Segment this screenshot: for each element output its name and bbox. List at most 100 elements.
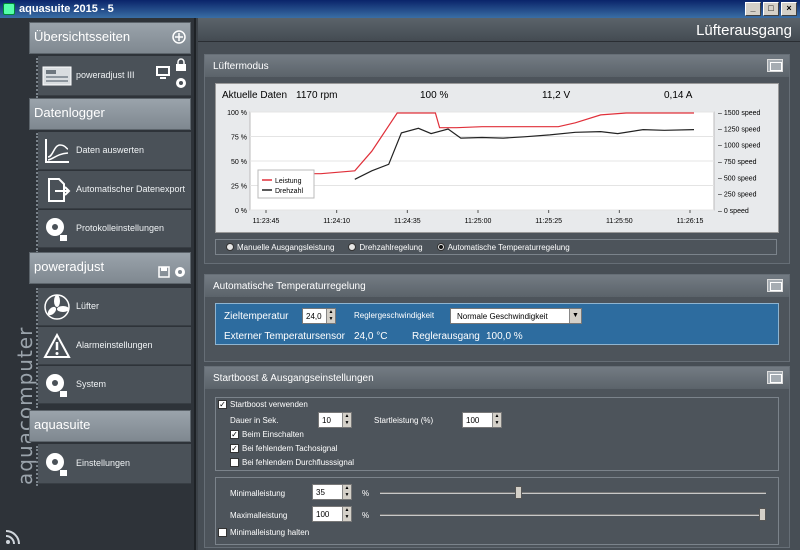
maximize-button[interactable]: □ [763, 2, 779, 16]
sidebar-item-datenexport[interactable]: Automatischer Datenexport [38, 171, 191, 209]
radio-auto-temp[interactable]: Automatische Temperaturregelung [436, 243, 570, 252]
checkbox-label: Bei fehlendem Tachosignal [242, 444, 338, 453]
window-toggle-icon[interactable] [767, 371, 783, 384]
power-limits-box: Minimalleistung 35 ▲ ▼ % Maximalleistung 1… [215, 477, 779, 545]
missing-flow-checkbox[interactable]: Bei fehlendem Durchflusssignal [230, 458, 354, 467]
legend-label: Leistung [275, 178, 302, 185]
slider-thumb[interactable] [515, 486, 522, 499]
start-power-value: 100 [466, 416, 480, 425]
close-button[interactable]: × [781, 2, 797, 16]
screen-icon[interactable] [155, 64, 171, 83]
gear-icon[interactable] [174, 76, 188, 93]
percent-value: 100 % [420, 90, 449, 101]
checkbox[interactable] [230, 458, 239, 467]
slider-thumb[interactable] [759, 508, 766, 521]
hold-min-checkbox[interactable]: Minimalleistung halten [218, 528, 309, 537]
checkbox[interactable] [218, 528, 227, 537]
panel-title: Lüftermodus [213, 61, 269, 72]
start-power-input[interactable]: 100 ▲ ▼ [462, 412, 502, 428]
warning-icon [38, 328, 76, 364]
rss-icon[interactable] [5, 530, 20, 545]
section-uebersichtsseiten[interactable]: Übersichtsseiten [29, 22, 191, 54]
window-toggle-icon[interactable] [767, 279, 783, 292]
startboost-box: ✓ Startboost verwenden Dauer in Sek. 10 ▲ ▼… [215, 397, 779, 471]
radio-button[interactable] [436, 243, 445, 251]
section-aquasuite[interactable]: aquasuite [29, 410, 191, 442]
ext-sensor-label: Externer Temperatursensor [224, 331, 345, 342]
checkbox[interactable]: ✓ [230, 444, 239, 453]
controller-output-label: Reglerausgang [412, 331, 480, 342]
chart-icon [38, 133, 76, 169]
fan-chart: 0 % 25 % 50 % 75 % 100 % – 0 speed – 250 speed… [227, 110, 761, 225]
sidebar-item-label: Einstellungen [76, 458, 131, 468]
brand-logo: aquacomputer [13, 326, 37, 485]
chevron-down-icon[interactable]: ▼ [569, 309, 581, 323]
missing-tacho-checkbox[interactable]: ✓ Bei fehlendem Tachosignal [230, 444, 337, 453]
startboost-checkbox[interactable]: ✓ Startboost verwenden [218, 400, 308, 409]
target-temp-input[interactable]: 24,0 ▲ ▼ [302, 308, 336, 324]
left-tick-label: 0 % [235, 208, 247, 215]
sidebar-item-alarm[interactable]: Alarmeinstellungen [38, 327, 191, 365]
section-label: aquasuite [34, 417, 91, 432]
minimize-button[interactable]: _ [745, 2, 761, 16]
section-label: Übersichtsseiten [34, 29, 131, 44]
on-poweron-checkbox[interactable]: ✓ Beim Einschalten [230, 430, 304, 439]
max-power-slider[interactable] [380, 508, 766, 521]
max-power-unit: % [362, 511, 370, 520]
radio-button[interactable] [348, 243, 357, 251]
max-power-input[interactable]: 100 ▲ ▼ [312, 506, 352, 522]
fan-icon [38, 289, 76, 325]
fan-mode-radio-group: Manuelle Ausgangsleistung Drehzahlregelu… [215, 239, 777, 255]
auto-temp-panel: Automatische Temperaturregelung Zieltemp… [204, 274, 790, 362]
right-tick-label: – 1500 speed [718, 110, 761, 117]
auto-temp-settings: Zieltemperatur 24,0 ▲ ▼ Reglergeschwindigk… [215, 303, 779, 345]
x-tick-label: 11:23:45 [253, 218, 280, 225]
save-icon[interactable] [158, 266, 170, 281]
left-tick-label: 75 % [231, 135, 247, 142]
sidebar-item-luefter[interactable]: Lüfter [38, 288, 191, 326]
checkbox[interactable]: ✓ [230, 430, 239, 439]
boost-panel: Startboost & Ausgangseinstellungen ✓ Star… [204, 366, 790, 548]
checkbox-label: Beim Einschalten [242, 430, 304, 439]
device-icon [38, 58, 76, 94]
main-area: Lüfterausgang Lüftermodus Aktuelle Daten… [198, 18, 800, 550]
x-tick-label: 11:25:25 [535, 218, 562, 225]
voltage-value: 11,2 V [542, 90, 571, 101]
section-datenlogger[interactable]: Datenlogger [29, 98, 191, 130]
sidebar-item-daten-auswerten[interactable]: Daten auswerten [38, 132, 191, 170]
add-icon[interactable] [172, 30, 186, 47]
sidebar-item-einstellungen[interactable]: Einstellungen [38, 444, 191, 484]
controller-speed-select[interactable]: Normale Geschwindigkeit ▼ [450, 308, 582, 324]
page-title: Lüfterausgang [198, 18, 800, 42]
controller-speed-label: Reglergeschwindigkeit [354, 311, 435, 320]
gear-icon[interactable] [174, 266, 186, 281]
sidebar-item-label: Lüfter [76, 301, 100, 311]
panel-title: Automatische Temperaturregelung [213, 281, 366, 292]
radio-manual[interactable]: Manuelle Ausgangsleistung [226, 243, 334, 252]
radio-button[interactable] [226, 243, 234, 251]
max-power-label: Maximalleistung [230, 511, 288, 520]
window-toggle-icon[interactable] [767, 59, 783, 72]
fan-mode-panel: Lüftermodus Aktuelle Daten 1170 rpm 100 … [204, 54, 790, 264]
lock-icon[interactable] [175, 58, 187, 75]
right-tick-label: – 250 speed [718, 192, 757, 199]
section-label: Datenlogger [34, 105, 105, 120]
current-value: 0,14 A [664, 90, 693, 101]
checkbox[interactable]: ✓ [218, 400, 227, 409]
duration-value: 10 [322, 416, 331, 425]
gear-icon [38, 367, 76, 403]
right-tick-label: – 0 speed [718, 208, 749, 215]
duration-input[interactable]: 10 ▲ ▼ [318, 412, 352, 428]
left-tick-label: 25 % [231, 184, 247, 191]
min-power-input[interactable]: 35 ▲ ▼ [312, 484, 352, 500]
x-tick-label: 11:25:00 [465, 218, 492, 225]
section-label: poweradjust [34, 259, 105, 274]
sidebar-item-protokoll[interactable]: Protokolleinstellungen [38, 210, 191, 248]
min-power-slider[interactable] [380, 486, 766, 499]
x-tick-label: 11:24:35 [394, 218, 421, 225]
checkbox-label: Bei fehlendem Durchflusssignal [242, 458, 355, 467]
radio-speed-control[interactable]: Drehzahlregelung [348, 243, 423, 252]
sidebar-item-system[interactable]: System [38, 366, 191, 404]
sidebar-item-poweradjust[interactable]: poweradjust III [38, 56, 191, 96]
section-poweradjust[interactable]: poweradjust [29, 252, 191, 284]
